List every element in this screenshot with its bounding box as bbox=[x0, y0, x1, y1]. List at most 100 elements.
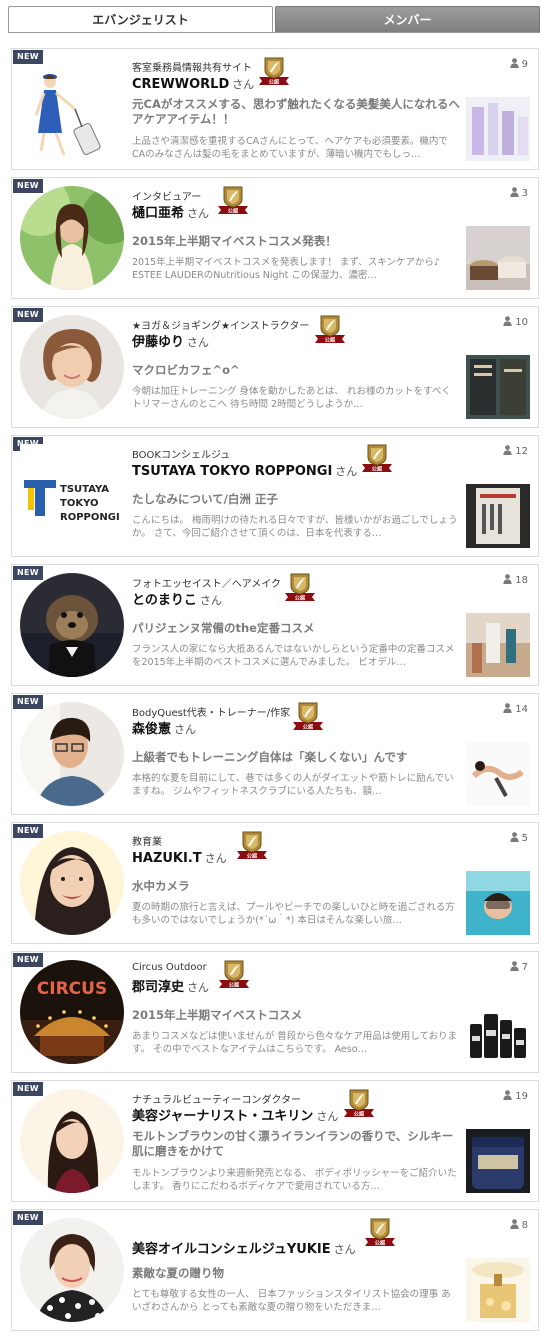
evangelist-card[interactable]: NEW ★ヨガ＆ジョギング★インストラクター 伊藤ゆり さん 公認 10 マクロビ… bbox=[11, 306, 539, 428]
official-badge-icon: 公認 bbox=[217, 186, 249, 214]
person-icon bbox=[509, 961, 519, 971]
author-role: Circus Outdoor bbox=[132, 962, 207, 973]
official-label-text: 公認 bbox=[269, 78, 280, 85]
author-name-row: 郡司淳史 さん bbox=[132, 976, 209, 995]
author-name[interactable]: 美容ジャーナリスト・ユキリン bbox=[132, 1109, 313, 1124]
official-label-text: 公認 bbox=[229, 981, 240, 988]
evangelist-card[interactable]: NEW BodyQuest代表・トレーナー/作家 森俊憲 さん 公認 14 上級者… bbox=[11, 693, 539, 815]
author-name[interactable]: 美容オイルコンシェルジュYUKIE bbox=[132, 1242, 331, 1257]
tab-divider bbox=[8, 32, 540, 33]
avatar[interactable]: TSUTAYA TOKYO ROPPONGI bbox=[20, 444, 124, 548]
article-thumbnail[interactable] bbox=[466, 613, 530, 677]
person-icon bbox=[503, 445, 512, 455]
new-badge: NEW bbox=[13, 695, 43, 709]
article-thumbnail[interactable] bbox=[466, 871, 530, 935]
article-title[interactable]: パリジェンヌ常備のthe定番コスメ bbox=[132, 621, 462, 636]
official-label-text: 公認 bbox=[247, 852, 258, 859]
article-thumbnail[interactable] bbox=[466, 97, 530, 161]
article-title[interactable]: 上級者でもトレーニング自体は「楽しくない」んです bbox=[132, 750, 462, 765]
article-thumbnail[interactable] bbox=[466, 1258, 530, 1322]
evangelist-card[interactable]: NEW 教育業 HAZUKI.T さん 公認 5 水中カメラ 夏の時期の旅行と言え… bbox=[11, 822, 539, 944]
official-badge-icon: 公認 bbox=[236, 831, 268, 859]
author-name[interactable]: 樋口亜希 bbox=[132, 206, 184, 221]
article-title[interactable]: たしなみについて/白洲 正子 bbox=[132, 492, 462, 507]
author-name[interactable]: 森俊憲 bbox=[132, 722, 171, 737]
article-title[interactable]: マクロビカフェ^o^ bbox=[132, 363, 462, 378]
article-excerpt: 上品さや清潔感を重視するCAさんにとって、ヘアケアも必須要素。機内でCAのみなさ… bbox=[132, 136, 448, 160]
svg-text:CIRCUS: CIRCUS bbox=[37, 979, 107, 999]
author-role: フォトエッセイスト／ヘアメイク bbox=[132, 579, 281, 590]
official-label-text: 公認 bbox=[375, 1239, 386, 1246]
follower-count-value: 8 bbox=[521, 1220, 528, 1231]
article-thumbnail[interactable] bbox=[466, 742, 530, 806]
evangelist-card[interactable]: NEW インタビュアー 樋口亜希 さん 公認 3 2015年上半期マイベストコスメ… bbox=[11, 177, 539, 299]
author-name-row: とのまりこ さん bbox=[132, 589, 222, 608]
author-name-row: 美容オイルコンシェルジュYUKIE さん bbox=[132, 1238, 356, 1257]
evangelist-card[interactable]: NEW 美容オイルコンシェルジュYUKIE さん 公認 8 素敵な夏の贈り物 とて… bbox=[11, 1209, 539, 1331]
author-role: 教育業 bbox=[132, 837, 162, 848]
follower-count-value: 3 bbox=[521, 188, 528, 199]
avatar[interactable] bbox=[20, 1089, 124, 1193]
evangelist-card[interactable]: NEW TSUTAYA TOKYO ROPPONGI BOOKコンシェルジュ T… bbox=[11, 435, 539, 557]
avatar[interactable]: CIRCUS bbox=[20, 960, 124, 1064]
avatar[interactable] bbox=[20, 831, 124, 935]
evangelist-card[interactable]: NEW ナチュラルビューティーコンダクター 美容ジャーナリスト・ユキリン さん 公… bbox=[11, 1080, 539, 1202]
avatar[interactable] bbox=[20, 1218, 124, 1322]
follower-count: 8 bbox=[509, 1219, 528, 1231]
article-excerpt: フランス人の家になら大抵あるんではないかしらという定番中の定番コスメを2015年… bbox=[132, 644, 455, 668]
article-excerpt: とても尊敬する女性の一人、 日本ファッションスタイリスト協会の理事 あいざわさん… bbox=[132, 1289, 451, 1313]
author-role: ★ヨガ＆ジョギング★インストラクター bbox=[132, 321, 310, 332]
author-name[interactable]: とのまりこ bbox=[132, 593, 197, 608]
tab-evangelist[interactable]: エバンジェリスト bbox=[8, 6, 273, 33]
author-name[interactable]: TSUTAYA TOKYO ROPPONGI bbox=[132, 464, 332, 479]
official-label-text: 公認 bbox=[354, 1110, 365, 1117]
article-title[interactable]: 水中カメラ bbox=[132, 879, 462, 894]
author-name[interactable]: HAZUKI.T bbox=[132, 851, 202, 866]
author-role: ナチュラルビューティーコンダクター bbox=[132, 1095, 301, 1106]
tab-bar: エバンジェリスト メンバー bbox=[8, 6, 540, 33]
person-icon bbox=[503, 703, 512, 713]
evangelist-card[interactable]: NEW 客室乗務員情報共有サイト CREWWORLD さん 公認 9 元CAがオス… bbox=[11, 48, 539, 170]
honorific: さん bbox=[174, 723, 197, 736]
author-role: 客室乗務員情報共有サイト bbox=[132, 63, 252, 74]
evangelist-card[interactable]: NEW フォトエッセイスト／ヘアメイク とのまりこ さん 公認 18 パリジェンヌ… bbox=[11, 564, 539, 686]
article-title[interactable]: 2015年上半期マイベストコスメ bbox=[132, 1008, 462, 1023]
avatar[interactable] bbox=[20, 573, 124, 677]
person-icon bbox=[509, 58, 519, 68]
official-label-text: 公認 bbox=[228, 207, 239, 214]
author-name[interactable]: 郡司淳史 bbox=[132, 980, 184, 995]
author-name-row: 伊藤ゆり さん bbox=[132, 331, 209, 350]
article-excerpt: 2015年上半期マイベストコスメを発表します！ まず、スキンケアから♪ ESTE… bbox=[132, 257, 441, 281]
avatar[interactable] bbox=[20, 57, 124, 161]
honorific: さん bbox=[335, 465, 358, 478]
article-title[interactable]: 2015年上半期マイベストコスメ発表！ bbox=[132, 234, 462, 249]
official-badge-icon: 公認 bbox=[258, 57, 290, 85]
article-thumbnail[interactable] bbox=[466, 484, 530, 548]
article-excerpt: 今朝は加圧トレーニング 身体を動かしたあとは、 れお様のカットをすべくトリマーさ… bbox=[132, 386, 451, 410]
article-thumbnail[interactable] bbox=[466, 1129, 530, 1193]
article-title[interactable]: 元CAがオススメする、思わず触れたくなる美髪美人になれるヘアケアアイテム！！ bbox=[132, 97, 462, 127]
evangelist-card[interactable]: NEW CIRCUS Circus Outdoor 郡司淳史 さん 公認 7 20… bbox=[11, 951, 539, 1073]
official-badge-icon: 公認 bbox=[218, 960, 250, 988]
article-thumbnail[interactable] bbox=[466, 226, 530, 290]
article-thumbnail[interactable] bbox=[466, 1000, 530, 1064]
follower-count: 3 bbox=[509, 187, 528, 199]
official-badge-icon: 公認 bbox=[343, 1089, 375, 1117]
tab-member[interactable]: メンバー bbox=[275, 6, 540, 33]
new-badge: NEW bbox=[13, 1211, 43, 1225]
avatar[interactable] bbox=[20, 702, 124, 806]
person-icon bbox=[509, 1219, 519, 1229]
follower-count: 19 bbox=[503, 1090, 528, 1102]
avatar[interactable] bbox=[20, 315, 124, 419]
follower-count-value: 7 bbox=[521, 962, 528, 973]
honorific: さん bbox=[316, 1110, 339, 1123]
article-excerpt: あまりコスメなどは使いませんが 普段から色々なケア用品は使用しております。 その… bbox=[132, 1031, 458, 1055]
author-name[interactable]: CREWWORLD bbox=[132, 77, 229, 92]
avatar[interactable] bbox=[20, 186, 124, 290]
follower-count-value: 9 bbox=[521, 59, 528, 70]
article-thumbnail[interactable] bbox=[466, 355, 530, 419]
article-title[interactable]: モルトンブラウンの甘く漂うイランイランの香りで、シルキー肌に磨きをかけて bbox=[132, 1129, 462, 1159]
logo-line-1: TSUTAYA bbox=[60, 484, 109, 495]
article-title[interactable]: 素敵な夏の贈り物 bbox=[132, 1266, 462, 1281]
author-name[interactable]: 伊藤ゆり bbox=[132, 335, 184, 350]
